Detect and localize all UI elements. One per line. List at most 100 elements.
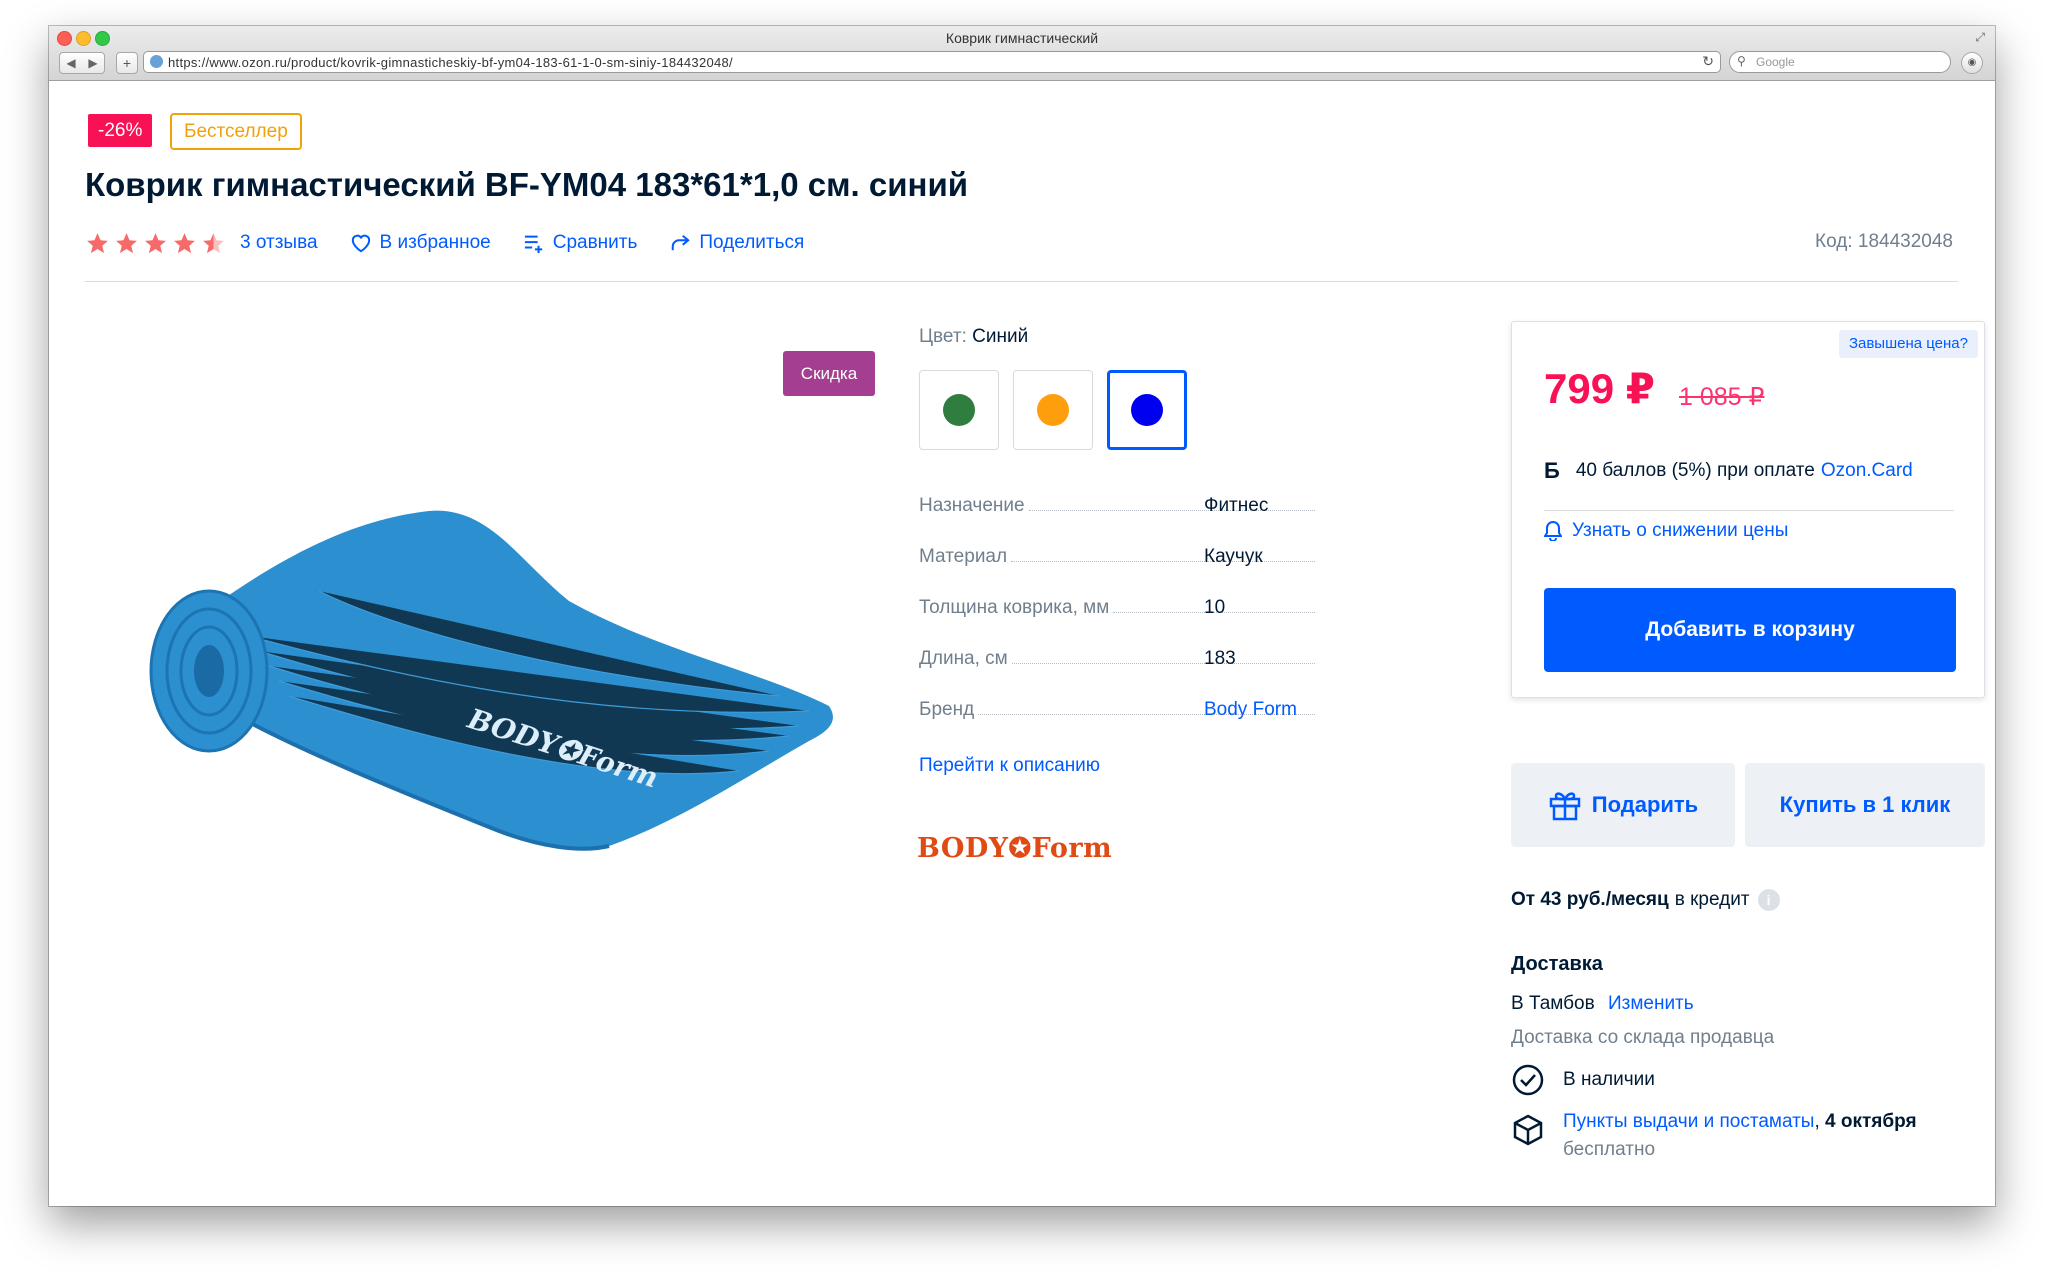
check-circle-icon: [1512, 1064, 1544, 1096]
bestseller-badge: Бестселлер: [170, 113, 302, 150]
notify-label: Узнать о снижении цены: [1572, 520, 1789, 541]
back-forward-buttons[interactable]: ◀ ▶: [59, 52, 105, 74]
star-half-icon: [203, 232, 224, 253]
back-arrow-icon[interactable]: ◀: [66, 56, 75, 70]
search-icon: ⚲: [1737, 54, 1746, 68]
page-title: Коврик гимнастический BF-YM04 183*61*1,0…: [85, 166, 969, 203]
spec-name: Бренд: [919, 699, 975, 720]
info-icon[interactable]: i: [1757, 889, 1780, 911]
spec-name: Назначение: [919, 495, 1025, 516]
credit-suffix: в кредит: [1674, 889, 1750, 910]
compare-label: Сравнить: [552, 232, 638, 253]
bell-icon: [1544, 521, 1562, 541]
gift-button[interactable]: Подарить: [1511, 763, 1735, 847]
compare-icon: [524, 235, 542, 253]
bonus-text: 40 баллов (5%) при оплате: [1575, 460, 1815, 481]
add-to-cart-button[interactable]: Добавить в корзину: [1544, 588, 1956, 672]
reader-icon[interactable]: ◉: [1961, 52, 1983, 74]
change-city-link[interactable]: Изменить: [1608, 993, 1694, 1014]
spec-value: 183: [1204, 648, 1236, 669]
pickup-points-link[interactable]: Пункты выдачи и постаматы: [1563, 1111, 1814, 1132]
green-dot: [943, 394, 975, 426]
star-icon: [145, 232, 166, 253]
pickup-row: Пункты выдачи и постаматы, 4 октября бес…: [1511, 1111, 1917, 1161]
price-drop-notify[interactable]: Узнать о снижении цены: [1544, 520, 1788, 542]
pickup-price: бесплатно: [1563, 1139, 1656, 1160]
product-image[interactable]: BODY✪Form: [139, 501, 849, 861]
stock-row: В наличии: [1511, 1063, 1655, 1097]
spec-row: Бренд Body Form: [919, 693, 1319, 721]
header-divider: [85, 281, 1958, 282]
globe-icon: [150, 55, 163, 68]
heart-icon: [351, 234, 370, 253]
box-icon: [1513, 1114, 1543, 1146]
star-icon: [116, 232, 137, 253]
ozon-card-link[interactable]: Ozon.Card: [1821, 460, 1913, 482]
star-icon: [87, 232, 108, 253]
delivery-source: Доставка со склада продавца: [1511, 1027, 1775, 1048]
spec-value: 10: [1204, 597, 1226, 618]
spec-row: Толщина коврика, мм 10: [919, 591, 1319, 619]
gift-label: Подарить: [1591, 792, 1699, 817]
color-label: Цвет: Синий: [919, 326, 1028, 348]
spec-row: Длина, см 183: [919, 642, 1319, 670]
compare-button[interactable]: Сравнить: [523, 232, 638, 254]
discount-tag: Скидка: [783, 351, 875, 396]
in-stock-label: В наличии: [1563, 1069, 1655, 1090]
reviews-link[interactable]: 3 отзыва: [240, 232, 318, 254]
color-swatch-orange[interactable]: [1013, 370, 1093, 450]
url-text[interactable]: https://www.ozon.ru/product/kovrik-gimna…: [168, 55, 733, 70]
bonus-icon: Б: [1544, 458, 1560, 483]
blue-dot: [1131, 394, 1163, 426]
product-page: -26% Бестселлер Коврик гимнастический BF…: [49, 81, 1995, 1206]
spec-name: Материал: [919, 546, 1008, 567]
share-label: Поделиться: [699, 232, 805, 253]
spec-name: Толщина коврика, мм: [919, 597, 1110, 618]
spec-row: Назначение Фитнес: [919, 489, 1319, 517]
credit-amount: От 43 руб./месяц: [1511, 889, 1669, 910]
window-title: Коврик гимнастический: [945, 30, 1099, 46]
delivery-title: Доставка: [1511, 953, 1603, 975]
brand-logo[interactable]: BODY✪Form: [917, 833, 1112, 864]
gift-icon: [1549, 792, 1581, 821]
reload-icon[interactable]: ↻: [1702, 53, 1714, 70]
pickup-text: Пункты выдачи и постаматы, 4 октября бес…: [1563, 1111, 1917, 1160]
price-card: Завышена цена? 799 ₽ 1 085 ₽ Б 40 баллов…: [1511, 321, 1985, 698]
credit-row: От 43 руб./месяц в кредит i: [1511, 889, 1780, 911]
spec-row: Материал Каучук: [919, 540, 1319, 568]
city-name: В Тамбов: [1511, 993, 1595, 1014]
star-rating[interactable]: [85, 231, 226, 256]
pickup-date: 4 октября: [1825, 1111, 1917, 1132]
favorite-button[interactable]: В избранное: [350, 232, 491, 254]
browser-toolbar: Коврик гимнастический ⤢ ◀ ▶ + https://ww…: [49, 26, 1995, 81]
forward-arrow-icon[interactable]: ▶: [88, 56, 97, 70]
star-icon: [174, 232, 195, 253]
color-label-prefix: Цвет:: [919, 326, 967, 347]
product-code: Код: 184432048: [1815, 231, 1953, 252]
bonus-row: Б 40 баллов (5%) при оплате Ozon.Card: [1544, 458, 1913, 484]
buy-one-click-button[interactable]: Купить в 1 клик: [1745, 763, 1985, 847]
goto-description-link[interactable]: Перейти к описанию: [919, 755, 1100, 777]
orange-dot: [1037, 394, 1069, 426]
discount-badge: -26%: [88, 114, 153, 147]
add-bookmark-button[interactable]: +: [116, 52, 138, 74]
fullscreen-icon[interactable]: ⤢: [1975, 30, 1985, 45]
brand-link[interactable]: Body Form: [1204, 699, 1297, 721]
search-placeholder: Google: [1756, 55, 1795, 69]
card-divider: [1544, 510, 1954, 511]
rating-row: 3 отзыва В избранное Сравнить Поделиться: [85, 227, 804, 259]
address-bar[interactable]: https://www.ozon.ru/product/kovrik-gimna…: [143, 51, 1721, 73]
spec-value: Каучук: [1204, 546, 1263, 567]
color-value: Синий: [972, 326, 1029, 347]
share-icon: [672, 234, 691, 251]
favorite-label: В избранное: [379, 232, 491, 253]
search-field[interactable]: ⚲ Google: [1729, 51, 1951, 73]
color-swatch-green[interactable]: [919, 370, 999, 450]
share-button[interactable]: Поделиться: [669, 232, 804, 254]
browser-window: Коврик гимнастический ⤢ ◀ ▶ + https://ww…: [49, 26, 1995, 1206]
old-price: 1 085 ₽: [1679, 383, 1765, 411]
spec-value: Фитнес: [1204, 495, 1269, 516]
overprice-button[interactable]: Завышена цена?: [1838, 330, 1978, 358]
delivery-city: В Тамбов Изменить: [1511, 993, 1694, 1015]
color-swatch-blue[interactable]: [1107, 370, 1187, 450]
